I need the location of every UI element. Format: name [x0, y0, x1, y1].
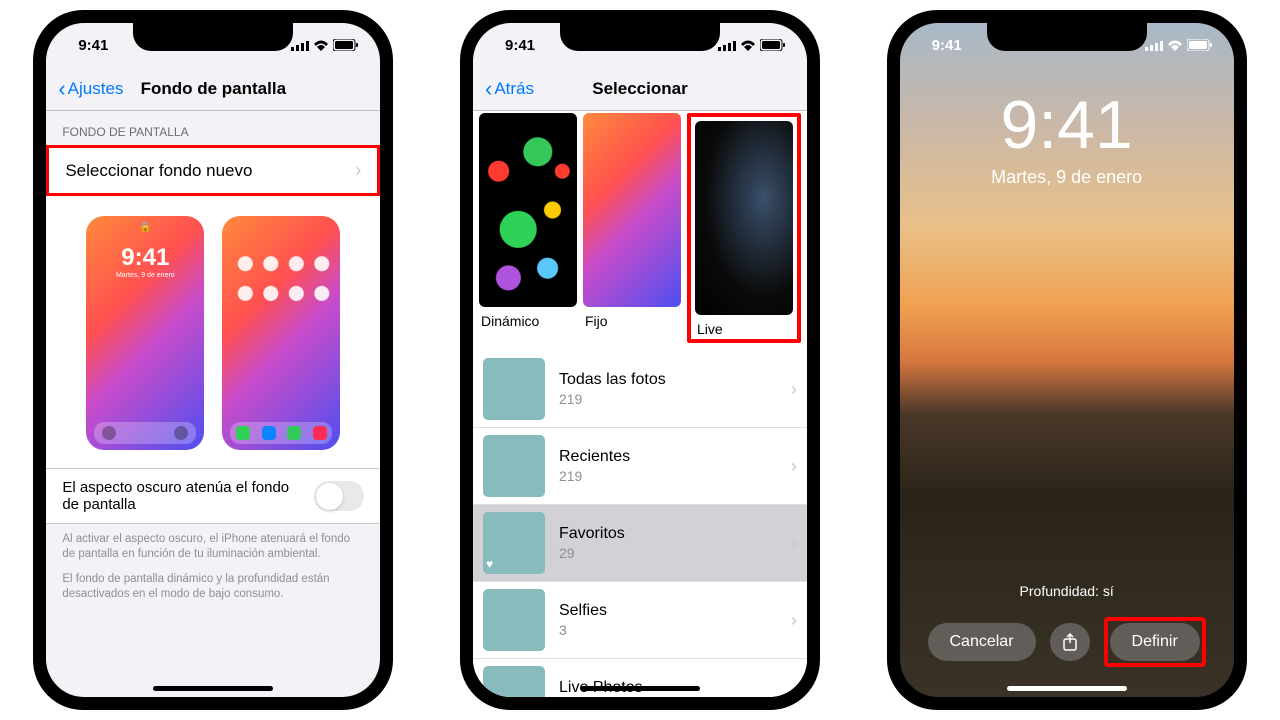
battery-icon [760, 39, 785, 51]
status-time: 9:41 [932, 37, 992, 54]
album-count: 219 [559, 468, 777, 484]
album-row[interactable]: Todas las fotos 219 › [473, 351, 807, 428]
back-label: Atrás [494, 79, 534, 99]
tile-live[interactable]: Live [687, 113, 801, 343]
album-info: Recientes 219 [559, 448, 777, 484]
album-row[interactable]: Live Photos219› [473, 659, 807, 697]
home-indicator[interactable] [580, 686, 700, 691]
footer-note-2: El fondo de pantalla dinámico y la profu… [46, 570, 380, 610]
nav-title: Seleccionar [592, 79, 687, 99]
album-count: 219 [559, 391, 777, 407]
wifi-icon [1167, 40, 1183, 51]
tile-dynamic[interactable]: Dinámico [479, 113, 577, 343]
status-time: 9:41 [78, 37, 138, 54]
tile-dynamic-thumb [479, 113, 577, 307]
chevron-left-icon: ‹ [58, 78, 65, 100]
back-label: Ajustes [68, 79, 124, 99]
album-thumb [483, 589, 545, 651]
category-tiles: Dinámico Fijo Live [473, 111, 807, 343]
album-row[interactable]: ♥ Favoritos 29 › [473, 505, 807, 582]
footer-note-1: Al activar el aspecto oscuro, el iPhone … [46, 524, 380, 570]
dark-dim-toggle[interactable] [314, 481, 364, 511]
album-info: Favoritos 29 [559, 525, 777, 561]
phone-mockup-1: 9:41 ‹ Ajustes Fondo de pantalla FONDO D… [33, 10, 393, 710]
notch [987, 23, 1147, 51]
phone-mockup-2: 9:41 ‹ Atrás Seleccionar Dinámico [460, 10, 820, 710]
section-header: FONDO DE PANTALLA [46, 111, 380, 145]
chevron-left-icon: ‹ [485, 78, 492, 100]
home-indicator[interactable] [153, 686, 273, 691]
tile-live-label: Live [695, 315, 793, 337]
album-name: Favoritos [559, 525, 777, 543]
album-row[interactable]: Recientes 219 › [473, 428, 807, 505]
album-thumb [483, 358, 545, 420]
chevron-right-icon: › [791, 533, 797, 554]
nav-title: Fondo de pantalla [141, 79, 286, 99]
set-button-highlight: Definir [1104, 617, 1206, 667]
tile-live-thumb [695, 121, 793, 315]
tile-still-thumb [583, 113, 681, 307]
notch [560, 23, 720, 51]
wifi-icon [740, 40, 756, 51]
battery-icon [1187, 39, 1212, 51]
wallpaper-actions: Profundidad: sí Cancelar Definir [900, 583, 1234, 667]
preview-time: 9:41 [86, 244, 204, 272]
album-info: Selfies 3 [559, 602, 777, 638]
lock-date: Martes, 9 de enero [900, 167, 1234, 188]
tile-dynamic-label: Dinámico [479, 307, 577, 329]
wallpaper-previews: 🔒 9:41 Martes, 9 de enero [46, 196, 380, 469]
album-thumb: ♥ [483, 512, 545, 574]
album-name: Recientes [559, 448, 777, 466]
chevron-right-icon: › [355, 160, 361, 181]
notch [133, 23, 293, 51]
chevron-right-icon: › [791, 610, 797, 631]
back-button[interactable]: ‹ Ajustes [58, 78, 123, 100]
home-screen-preview[interactable] [222, 216, 340, 450]
lock-time: 9:41 [900, 91, 1234, 159]
chevron-right-icon: › [791, 379, 797, 400]
status-time: 9:41 [505, 37, 565, 54]
phone-mockup-3: 9:41 9:41 Martes, 9 de enero Profundidad… [887, 10, 1247, 710]
album-list: Todas las fotos 219 › Recientes 219 › ♥ Favorit… [473, 351, 807, 697]
lock-icon: 🔒 [139, 222, 151, 233]
set-button[interactable]: Definir [1110, 623, 1200, 661]
nav-bar: ‹ Ajustes Fondo de pantalla [46, 67, 380, 111]
album-count: 29 [559, 545, 777, 561]
dark-dim-label: El aspecto oscuro atenúa el fondo de pan… [62, 479, 314, 513]
album-count: 3 [559, 622, 777, 638]
home-indicator[interactable] [1007, 686, 1127, 691]
cancel-button[interactable]: Cancelar [928, 623, 1036, 661]
album-thumb [483, 435, 545, 497]
lock-clock: 9:41 Martes, 9 de enero [900, 91, 1234, 188]
heart-icon: ♥ [486, 557, 493, 571]
share-icon [1062, 633, 1078, 651]
choose-wallpaper-button[interactable]: Seleccionar fondo nuevo › [46, 145, 380, 196]
signal-icon [718, 40, 736, 51]
chevron-right-icon: › [791, 687, 797, 698]
album-thumb [483, 666, 545, 697]
preview-date: Martes, 9 de enero [86, 272, 204, 279]
signal-icon [1145, 40, 1163, 51]
tile-still-label: Fijo [583, 307, 681, 329]
nav-bar: ‹ Atrás Seleccionar [473, 67, 807, 111]
wifi-icon [313, 40, 329, 51]
share-button[interactable] [1050, 623, 1090, 661]
dark-dim-row: El aspecto oscuro atenúa el fondo de pan… [46, 469, 380, 524]
signal-icon [291, 40, 309, 51]
album-info: Todas las fotos 219 [559, 371, 777, 407]
lock-screen-preview[interactable]: 🔒 9:41 Martes, 9 de enero [86, 216, 204, 450]
perspective-label: Profundidad: sí [900, 583, 1234, 599]
album-name: Selfies [559, 602, 777, 620]
chevron-right-icon: › [791, 456, 797, 477]
album-row[interactable]: Selfies 3 › [473, 582, 807, 659]
battery-icon [333, 39, 358, 51]
album-name: Todas las fotos [559, 371, 777, 389]
choose-label: Seleccionar fondo nuevo [65, 161, 252, 181]
back-button[interactable]: ‹ Atrás [485, 78, 534, 100]
tile-still[interactable]: Fijo [583, 113, 681, 343]
